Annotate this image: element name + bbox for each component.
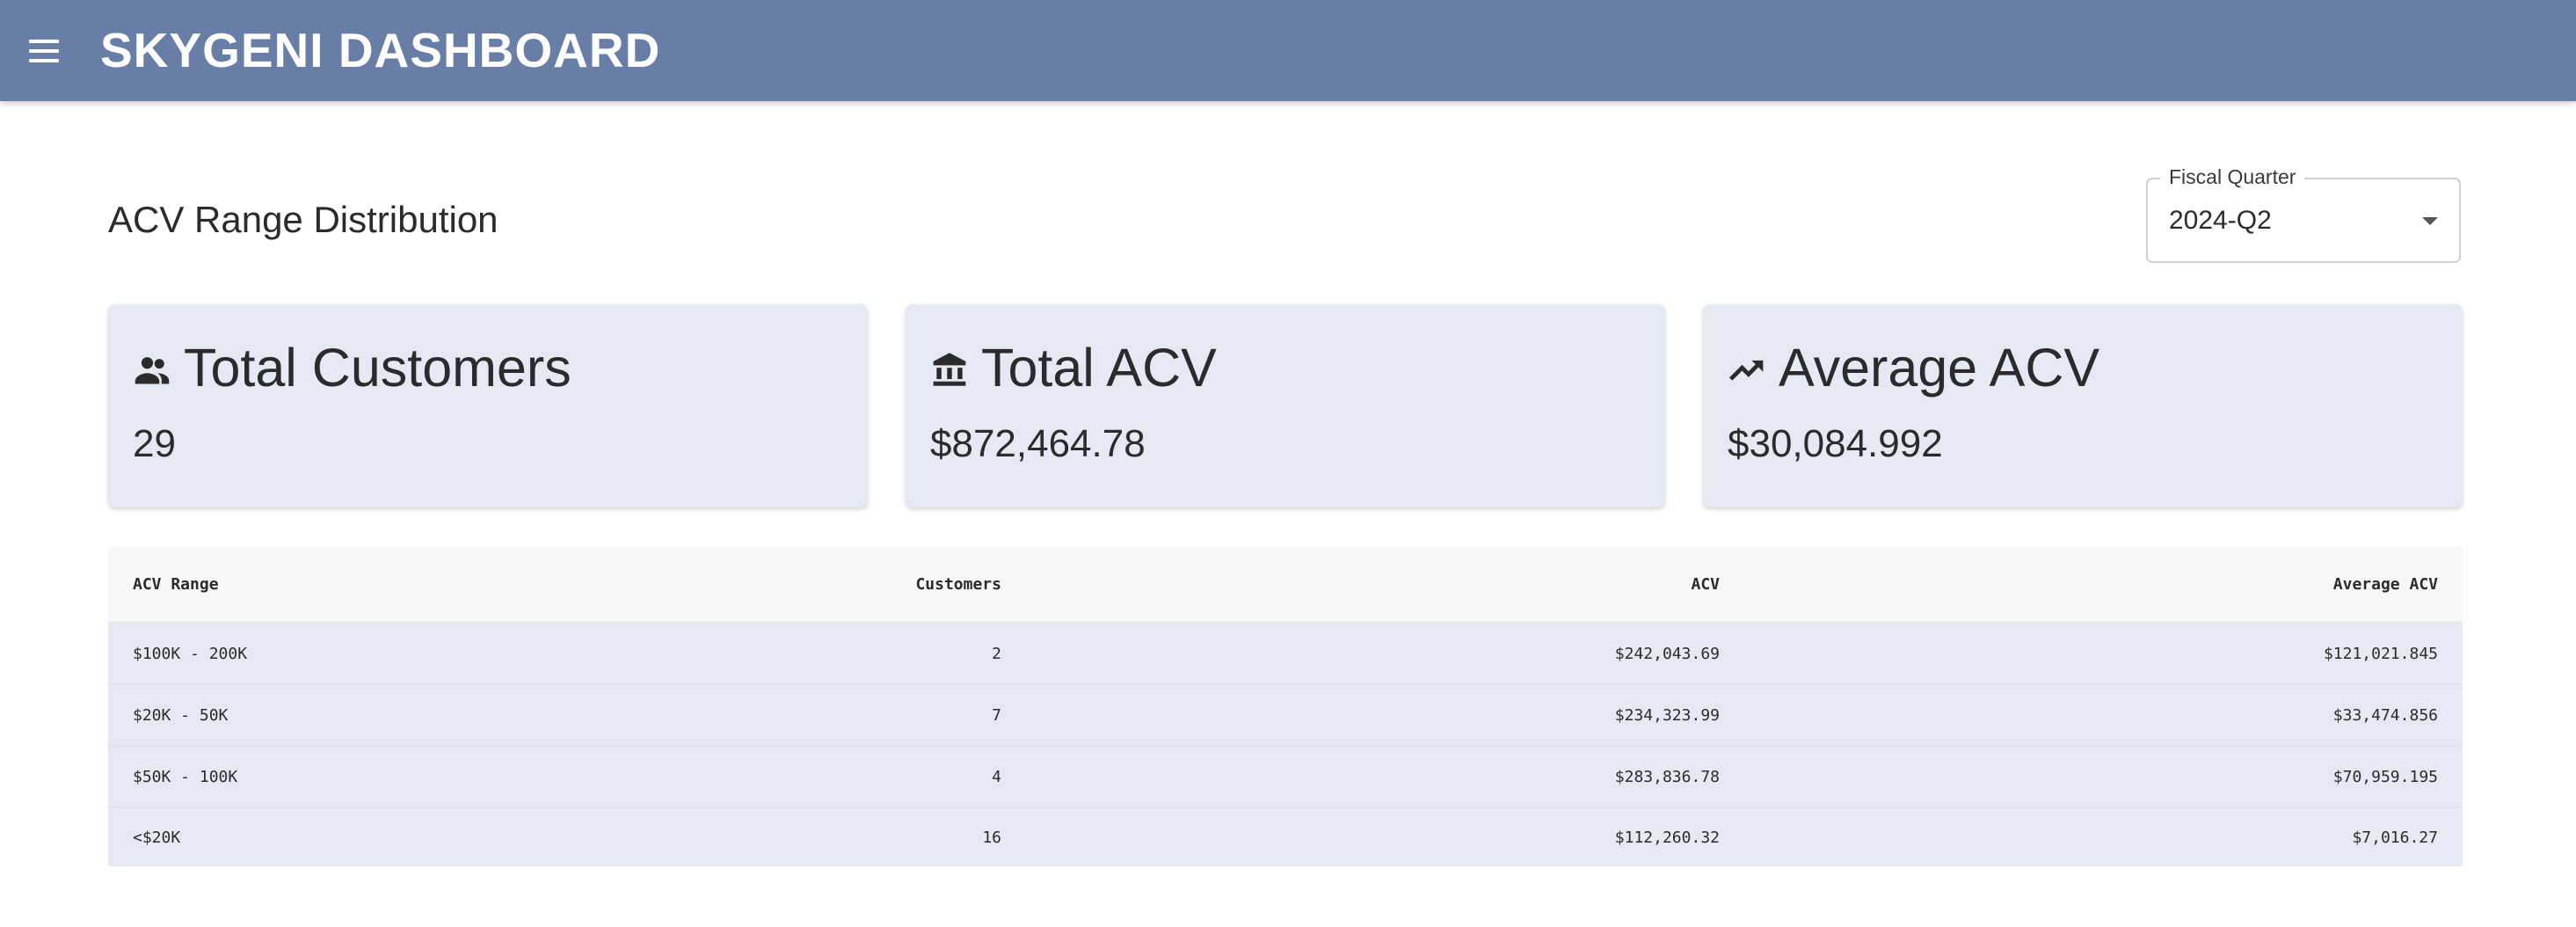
acv-range-cell: $100K - 200K [133,644,248,663]
total-acv-value: $872,464.78 [930,422,1146,465]
customers-cell: 16 [982,828,1001,847]
table-row[interactable]: $20K - 50K 7 $234,323.99 $33,474.856 [108,685,2463,747]
fiscal-quarter-label: Fiscal Quarter [2160,165,2305,189]
total-acv-title: Total ACV [981,338,1217,398]
acv-range-cell: $50K - 100K [133,767,238,786]
acv-cell: $112,260.32 [1614,828,1720,847]
table-row[interactable]: $50K - 100K 4 $283,836.78 $70,959.195 [108,747,2463,808]
menu-button[interactable] [19,29,69,73]
column-header-acv[interactable]: ACV [1691,575,1720,594]
total-customers-card: Total Customers 29 [108,304,868,507]
dropdown-arrow-icon[interactable] [2422,217,2438,225]
acv-cell: $242,043.69 [1614,644,1720,663]
table-row[interactable]: <$20K 16 $112,260.32 $7,016.27 [108,808,2463,866]
fiscal-quarter-value: 2024-Q2 [2169,206,2272,235]
average-acv-card: Average ACV $30,084.992 [1703,304,2463,507]
average-acv-cell: $7,016.27 [2352,828,2438,847]
average-acv-cell: $33,474.856 [2332,705,2438,725]
hamburger-menu-icon [29,40,59,43]
column-header-average-acv[interactable]: Average ACV [2333,575,2438,594]
acv-range-table: ACV Range Customers ACV Average ACV $100… [108,546,2463,866]
bank-icon [933,353,966,386]
customers-cell: 7 [992,705,1001,725]
acv-range-cell: <$20K [133,828,181,847]
acv-range-cell: $20K - 50K [133,705,229,725]
column-header-acv-range[interactable]: ACV Range [133,575,219,594]
customers-cell: 4 [992,767,1001,786]
average-acv-cell: $70,959.195 [2332,767,2438,786]
average-acv-value: $30,084.992 [1728,422,1943,465]
average-acv-title: Average ACV [1779,338,2100,398]
table-row[interactable]: $100K - 200K 2 $242,043.69 $121,021.845 [108,624,2463,685]
table-header-row: ACV Range Customers ACV Average ACV [108,546,2463,624]
app-bar: SKYGENI DASHBOARD [0,0,2576,101]
page-title: ACV Range Distribution [108,199,498,240]
average-acv-cell: $121,021.845 [2323,644,2438,663]
people-icon [135,357,170,384]
total-acv-card: Total ACV $872,464.78 [906,304,1665,507]
fiscal-quarter-select[interactable]: Fiscal Quarter 2024-Q2 [2146,165,2461,263]
total-customers-title: Total Customers [184,338,571,398]
acv-cell: $283,836.78 [1614,767,1720,786]
acv-cell: $234,323.99 [1614,705,1720,725]
column-header-customers[interactable]: Customers [915,575,1001,594]
trending-up-icon [1728,360,1764,381]
total-customers-value: 29 [133,422,176,465]
app-title: SKYGENI DASHBOARD [100,23,661,77]
customers-cell: 2 [992,644,1001,663]
